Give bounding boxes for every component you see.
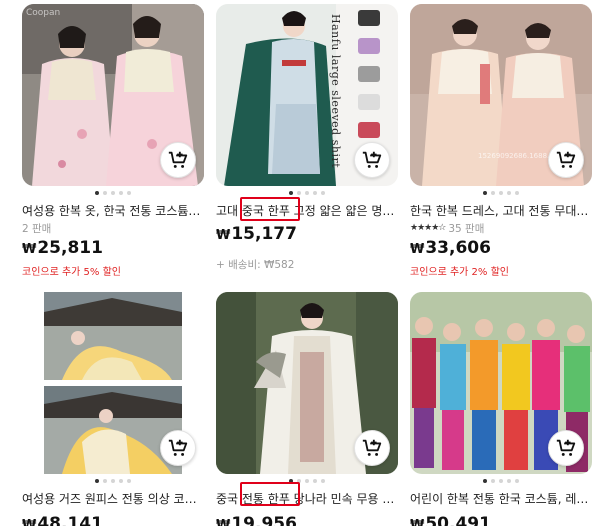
carousel-dot[interactable]	[483, 479, 487, 483]
carousel-dot[interactable]	[499, 479, 503, 483]
product-price: ₩48,141	[22, 513, 204, 526]
product-image[interactable]	[216, 292, 398, 474]
add-to-cart-button[interactable]	[354, 430, 390, 466]
product-card[interactable]: 중국 전통 한푸 당나라 민속 무용 의상 ₩19,956	[216, 292, 398, 526]
price-value: 25,811	[37, 238, 103, 258]
carousel-dot[interactable]	[297, 191, 301, 195]
image-carousel-dots	[410, 191, 592, 197]
product-image[interactable]: Hanfu large sleeved shirt	[216, 4, 398, 186]
image-carousel-dots	[410, 479, 592, 485]
product-price: ₩33,606	[410, 237, 592, 259]
carousel-dot[interactable]	[321, 479, 325, 483]
carousel-dot[interactable]	[289, 479, 293, 483]
add-to-cart-button[interactable]	[160, 430, 196, 466]
product-card[interactable]: 어린이 한복 전통 한국 코스튬, 레트로 ₩50,491	[410, 292, 592, 526]
currency-symbol: ₩	[22, 518, 37, 526]
add-to-cart-button[interactable]	[160, 142, 196, 178]
carousel-dot[interactable]	[313, 191, 317, 195]
image-carousel-dots	[22, 191, 204, 197]
carousel-dot[interactable]	[289, 191, 293, 195]
add-to-cart-icon	[362, 151, 382, 168]
add-to-cart-icon	[168, 439, 188, 456]
carousel-dot[interactable]	[111, 191, 115, 195]
product-image[interactable]	[410, 292, 592, 474]
product-card[interactable]: Hanfu large sleeved shirt 고대 중국 한푸 고정 얇은…	[216, 4, 398, 271]
add-to-cart-icon	[556, 439, 576, 456]
carousel-dot[interactable]	[515, 191, 519, 195]
carousel-dot[interactable]	[515, 479, 519, 483]
carousel-dot[interactable]	[305, 191, 309, 195]
image-overlay-text: Hanfu large sleeved shirt	[329, 14, 342, 169]
sales-count-text: 2 판매	[22, 222, 52, 235]
product-image[interactable]	[22, 292, 204, 474]
currency-symbol: ₩	[22, 242, 37, 257]
product-title[interactable]: 한국 한복 드레스, 고대 전통 무대 공연	[410, 203, 592, 219]
add-to-cart-button[interactable]	[548, 430, 584, 466]
price-value: 33,606	[425, 238, 491, 258]
image-carousel-dots	[216, 191, 398, 197]
currency-symbol: ₩	[216, 228, 231, 243]
add-to-cart-icon	[556, 151, 576, 168]
currency-symbol: ₩	[410, 518, 425, 526]
product-title[interactable]: 어린이 한복 전통 한국 코스튬, 레트로	[410, 491, 592, 507]
product-price: ₩15,177	[216, 223, 398, 245]
star-rating: ★★★★☆	[410, 223, 446, 233]
price-value: 48,141	[37, 514, 103, 526]
carousel-dot[interactable]	[297, 479, 301, 483]
image-carousel-dots	[22, 479, 204, 485]
image-carousel-dots	[216, 479, 398, 485]
product-card[interactable]: Coopan 여성용 한복 옷, 한국 전통 코스튬, 전통 2 판매 ₩25,…	[22, 4, 204, 278]
product-title[interactable]: 여성용 거즈 원피스 전통 의상 코스튬	[22, 491, 204, 507]
add-to-cart-button[interactable]	[354, 142, 390, 178]
product-card[interactable]: 15269092686.1688.com 한국 한복 드레스, 고대 전통 무대…	[410, 4, 592, 278]
carousel-dot[interactable]	[499, 191, 503, 195]
carousel-dot[interactable]	[111, 479, 115, 483]
carousel-dot[interactable]	[491, 479, 495, 483]
carousel-dot[interactable]	[491, 191, 495, 195]
add-to-cart-icon	[362, 439, 382, 456]
image-watermark: Coopan	[26, 8, 61, 18]
sales-count-text: 35 판매	[448, 222, 485, 235]
product-grid: Coopan 여성용 한복 옷, 한국 전통 코스튬, 전통 2 판매 ₩25,…	[0, 0, 600, 526]
sales-count: 2 판매	[22, 221, 204, 235]
rating-and-sales: ★★★★☆ 35 판매	[410, 221, 592, 235]
carousel-dot[interactable]	[119, 191, 123, 195]
currency-symbol: ₩	[216, 518, 231, 526]
add-to-cart-button[interactable]	[548, 142, 584, 178]
product-title[interactable]: 여성용 한복 옷, 한국 전통 코스튬, 전통	[22, 203, 204, 219]
carousel-dot[interactable]	[103, 191, 107, 195]
carousel-dot[interactable]	[321, 191, 325, 195]
price-value: 19,956	[231, 514, 297, 526]
carousel-dot[interactable]	[483, 191, 487, 195]
carousel-dot[interactable]	[103, 479, 107, 483]
price-value: 15,177	[231, 224, 297, 244]
carousel-dot[interactable]	[95, 191, 99, 195]
coin-discount-label: 코인으로 추가 2% 할인	[410, 267, 510, 278]
carousel-dot[interactable]	[313, 479, 317, 483]
carousel-dot[interactable]	[95, 479, 99, 483]
product-card[interactable]: 여성용 거즈 원피스 전통 의상 코스튬 ₩48,141	[22, 292, 204, 526]
coin-discount-label: 코인으로 추가 5% 할인	[22, 267, 122, 278]
carousel-dot[interactable]	[127, 191, 131, 195]
carousel-dot[interactable]	[127, 479, 131, 483]
product-image[interactable]: 15269092686.1688.com	[410, 4, 592, 186]
carousel-dot[interactable]	[507, 191, 511, 195]
product-title[interactable]: 고대 중국 한푸 고정 얇은 얇은 명나라	[216, 203, 398, 219]
carousel-dot[interactable]	[305, 479, 309, 483]
product-price: ₩25,811	[22, 237, 204, 259]
currency-symbol: ₩	[410, 242, 425, 257]
carousel-dot[interactable]	[119, 479, 123, 483]
price-value: 50,491	[425, 514, 491, 526]
shipping-fee: + 배송비: ₩582	[216, 259, 295, 271]
product-image[interactable]: Coopan	[22, 4, 204, 186]
product-price: ₩50,491	[410, 513, 592, 526]
carousel-dot[interactable]	[507, 479, 511, 483]
product-title[interactable]: 중국 전통 한푸 당나라 민속 무용 의상	[216, 491, 398, 507]
product-price: ₩19,956	[216, 513, 398, 526]
add-to-cart-icon	[168, 151, 188, 168]
